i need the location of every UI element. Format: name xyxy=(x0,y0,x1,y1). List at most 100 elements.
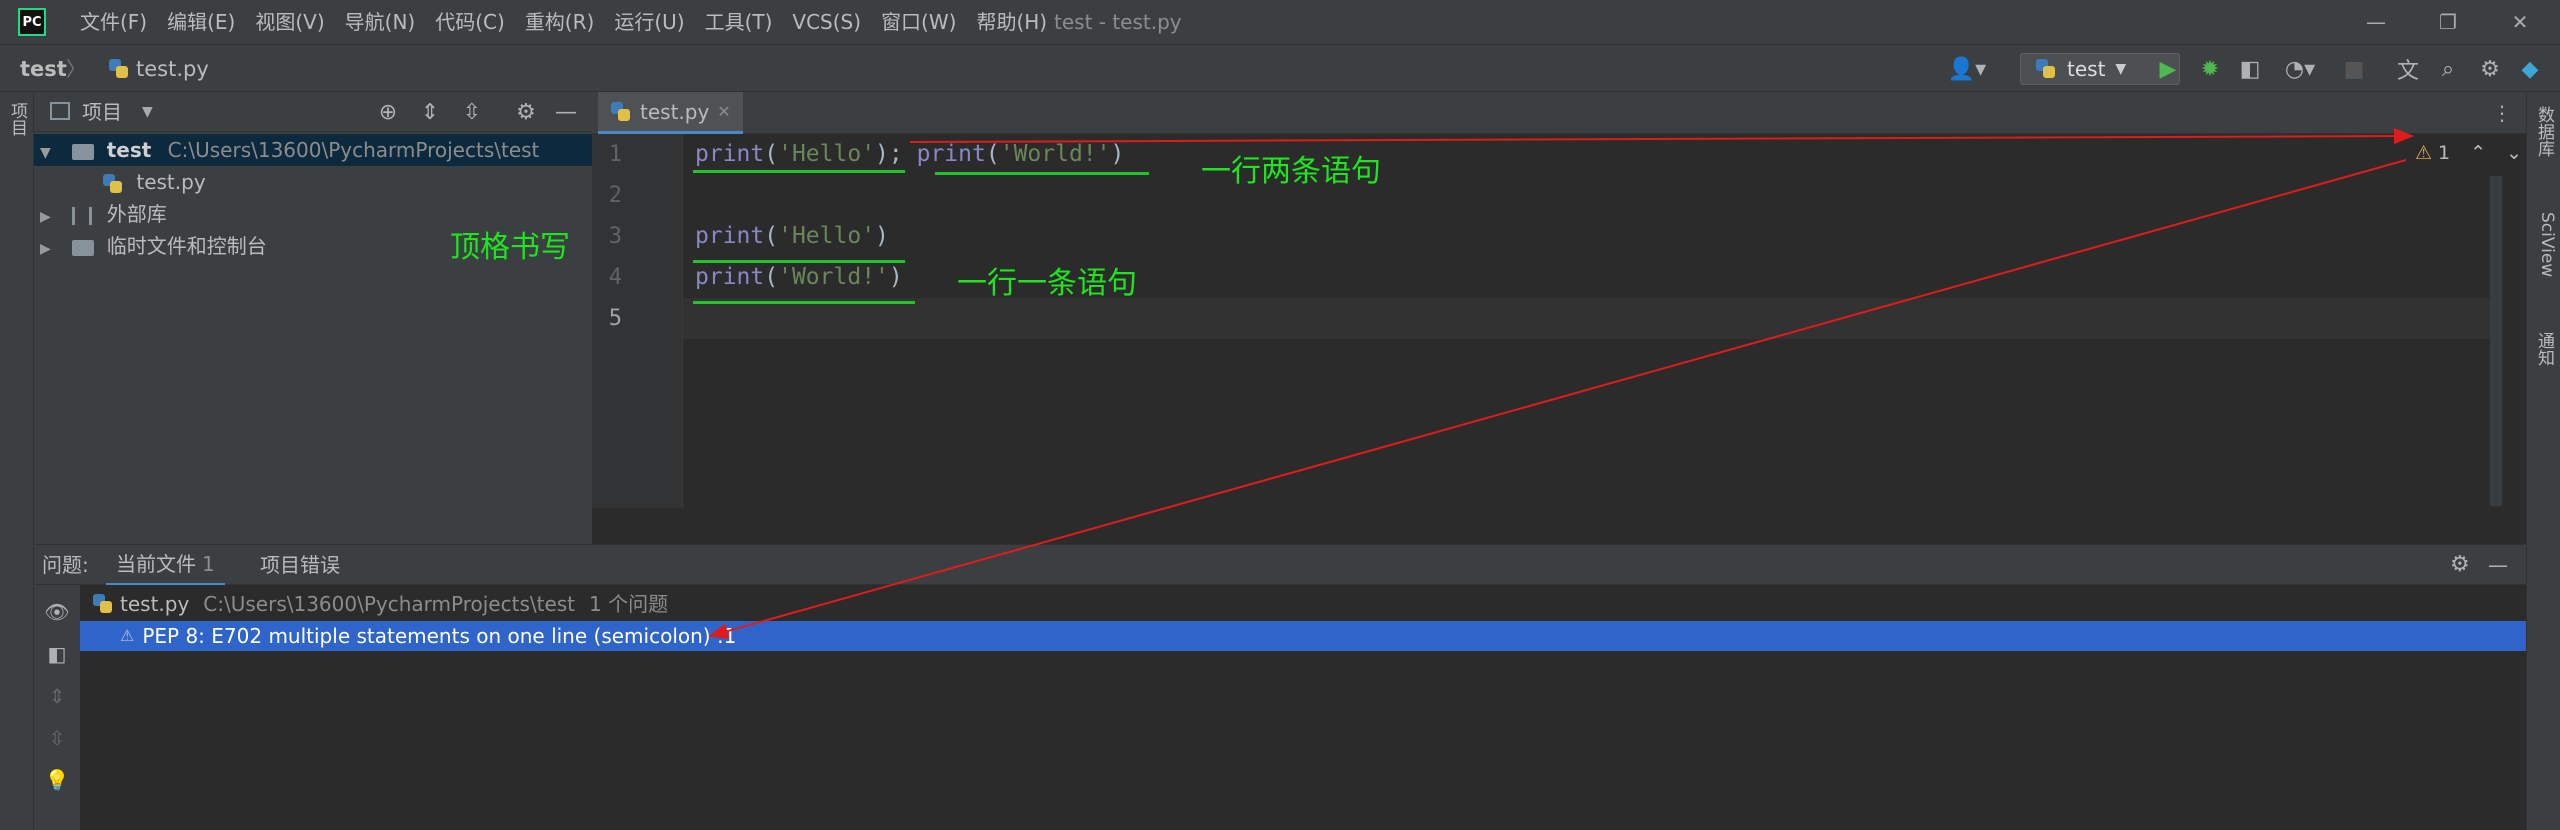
line-number: 2 xyxy=(608,183,622,208)
next-issue-icon[interactable]: ⌄ xyxy=(2506,142,2522,164)
underline-mark xyxy=(935,172,1149,175)
code-token: print xyxy=(916,141,986,167)
code-token: 'World!' xyxy=(999,141,1111,167)
gear-icon[interactable]: ⚙ xyxy=(2450,545,2470,585)
translate-icon[interactable]: 文 xyxy=(2388,45,2428,93)
settings-icon[interactable]: ⚙ xyxy=(2470,45,2510,93)
project-panel-header: 项目 ▼ ⊕ ⇕ ⇳ ⚙ — xyxy=(34,92,592,132)
breadcrumb-project[interactable]: test xyxy=(20,45,67,93)
title-bar: PC 文件(F) 编辑(E) 视图(V) 导航(N) 代码(C) 重构(R) 运… xyxy=(0,0,2560,44)
line-number-gutter: 1 2 3 4 5 xyxy=(592,134,682,508)
code-token: ) xyxy=(888,264,903,290)
hide-icon[interactable]: — xyxy=(2488,545,2508,585)
previous-issue-icon[interactable]: ⌃ xyxy=(2470,142,2486,164)
notifications-tool-button[interactable]: 通知 xyxy=(2531,332,2557,366)
menu-navigate[interactable]: 导航(N) xyxy=(335,0,426,44)
vertical-scrollbar[interactable] xyxy=(2490,176,2502,506)
tree-item-project-root[interactable]: ▼ test C:\Users\13600\PycharmProjects\te… xyxy=(34,134,592,166)
python-file-icon xyxy=(610,101,632,123)
tree-item-file[interactable]: test.py xyxy=(34,166,592,198)
project-panel-title[interactable]: 项目 xyxy=(82,92,122,132)
close-icon[interactable]: ✕ xyxy=(2490,0,2550,44)
menu-window[interactable]: 窗口(W) xyxy=(871,0,966,44)
menu-code[interactable]: 代码(C) xyxy=(425,0,515,44)
folder-icon xyxy=(72,143,95,160)
problem-file-path: C:\Users\13600\PycharmProjects\test xyxy=(203,592,576,616)
collapse-all-icon[interactable]: ⇳ xyxy=(42,723,72,753)
panel-icon xyxy=(50,102,70,120)
menu-edit[interactable]: 编辑(E) xyxy=(157,0,245,44)
preview-icon[interactable]: ◧ xyxy=(42,639,72,669)
more-options-icon[interactable]: ⋮ xyxy=(2492,92,2512,134)
restore-icon[interactable]: ❐ xyxy=(2418,0,2478,44)
code-token: ( xyxy=(764,264,779,290)
code-line-1[interactable]: print('Hello'); print('World!') xyxy=(695,134,1124,175)
tree-root-path: C:\Users\13600\PycharmProjects\test xyxy=(167,138,540,162)
debug-icon[interactable]: ✹ xyxy=(2190,45,2230,93)
stop-icon[interactable]: ■ xyxy=(2334,45,2374,93)
breadcrumb-file[interactable]: test.py xyxy=(108,45,209,93)
annotation-top-level: 顶格书写 xyxy=(450,230,570,265)
chevron-down-icon[interactable]: ▼ xyxy=(142,92,153,132)
tree-file-label: test.py xyxy=(136,170,206,194)
problems-toolbar: 👁 ◧ ⇕ ⇳ 💡 xyxy=(34,585,80,830)
code-token: print xyxy=(695,223,765,249)
lightbulb-icon[interactable]: 💡 xyxy=(42,765,72,795)
sciview-tool-button[interactable]: SciView xyxy=(2531,212,2557,277)
chevron-right-icon: ▶ xyxy=(40,209,51,225)
menu-run[interactable]: 运行(U) xyxy=(604,0,694,44)
code-line-4[interactable]: print('World!') xyxy=(695,257,903,298)
chevron-down-icon: ▼ xyxy=(2115,61,2127,77)
project-tool-button[interactable]: 项目 xyxy=(4,102,30,136)
library-icon xyxy=(72,206,93,225)
locate-icon[interactable]: ⊕ xyxy=(370,92,406,132)
tab-test-py[interactable]: test.py ✕ xyxy=(598,92,743,134)
python-file-icon xyxy=(92,593,114,615)
line-number: 1 xyxy=(608,142,622,167)
code-token: ( xyxy=(985,141,1000,167)
problem-issue-text: PEP 8: E702 multiple statements on one l… xyxy=(142,624,737,648)
menu-file[interactable]: 文件(F) xyxy=(70,0,157,44)
code-token: print xyxy=(695,141,765,167)
database-tool-button[interactable]: 数据库 xyxy=(2531,106,2557,157)
problems-list: test.py C:\Users\13600\PycharmProjects\t… xyxy=(80,585,2526,830)
menu-vcs[interactable]: VCS(S) xyxy=(782,0,871,44)
code-token: ) xyxy=(1110,141,1125,167)
toolbox-icon[interactable]: ◆ xyxy=(2510,45,2550,93)
hide-icon[interactable]: — xyxy=(548,92,584,132)
search-icon[interactable]: ⌕ xyxy=(2428,45,2468,93)
menu-refactor[interactable]: 重构(R) xyxy=(515,0,605,44)
menu-view[interactable]: 视图(V) xyxy=(245,0,334,44)
code-editor[interactable]: print('Hello'); print('World!') print('H… xyxy=(682,134,2522,508)
collapse-all-icon[interactable]: ⇳ xyxy=(454,92,490,132)
expand-all-icon[interactable]: ⇕ xyxy=(412,92,448,132)
underline-mark xyxy=(693,170,905,173)
problem-file-row[interactable]: test.py C:\Users\13600\PycharmProjects\t… xyxy=(92,589,668,619)
window-title: test - test.py xyxy=(1054,10,1182,34)
profile-icon[interactable]: ◔▾ xyxy=(2272,45,2328,93)
coverage-icon[interactable]: ◧ xyxy=(2230,45,2270,93)
chevron-right-icon: ▶ xyxy=(40,241,51,257)
code-token: ) xyxy=(875,223,889,249)
gear-icon[interactable]: ⚙ xyxy=(508,92,544,132)
tab-current-file[interactable]: 当前文件 1 xyxy=(106,545,225,586)
menu-help[interactable]: 帮助(H) xyxy=(966,0,1057,44)
code-token: ( xyxy=(764,223,779,249)
problem-issue-row[interactable]: ⚠ PEP 8: E702 multiple statements on one… xyxy=(80,621,2526,651)
eye-icon[interactable]: 👁 xyxy=(42,597,72,627)
code-line-3[interactable]: print('Hello') xyxy=(695,216,889,257)
inspection-widget[interactable]: ⚠ 1 ⌃ ⌄ xyxy=(2415,142,2522,164)
close-tab-icon[interactable]: ✕ xyxy=(717,102,730,121)
line-number: 5 xyxy=(608,306,622,331)
current-line-highlight xyxy=(683,298,2493,339)
user-icon[interactable]: 👤▾ xyxy=(1944,45,1990,93)
pycharm-logo-icon: PC xyxy=(18,8,46,36)
tab-project-errors[interactable]: 项目错误 xyxy=(250,545,350,585)
expand-all-icon[interactable]: ⇕ xyxy=(42,681,72,711)
menu-tools[interactable]: 工具(T) xyxy=(695,0,783,44)
code-token: 'Hello' xyxy=(778,141,876,167)
problems-label: 问题: xyxy=(42,553,89,577)
minimize-icon[interactable]: — xyxy=(2346,0,2406,44)
run-icon[interactable]: ▶ xyxy=(2148,45,2188,93)
